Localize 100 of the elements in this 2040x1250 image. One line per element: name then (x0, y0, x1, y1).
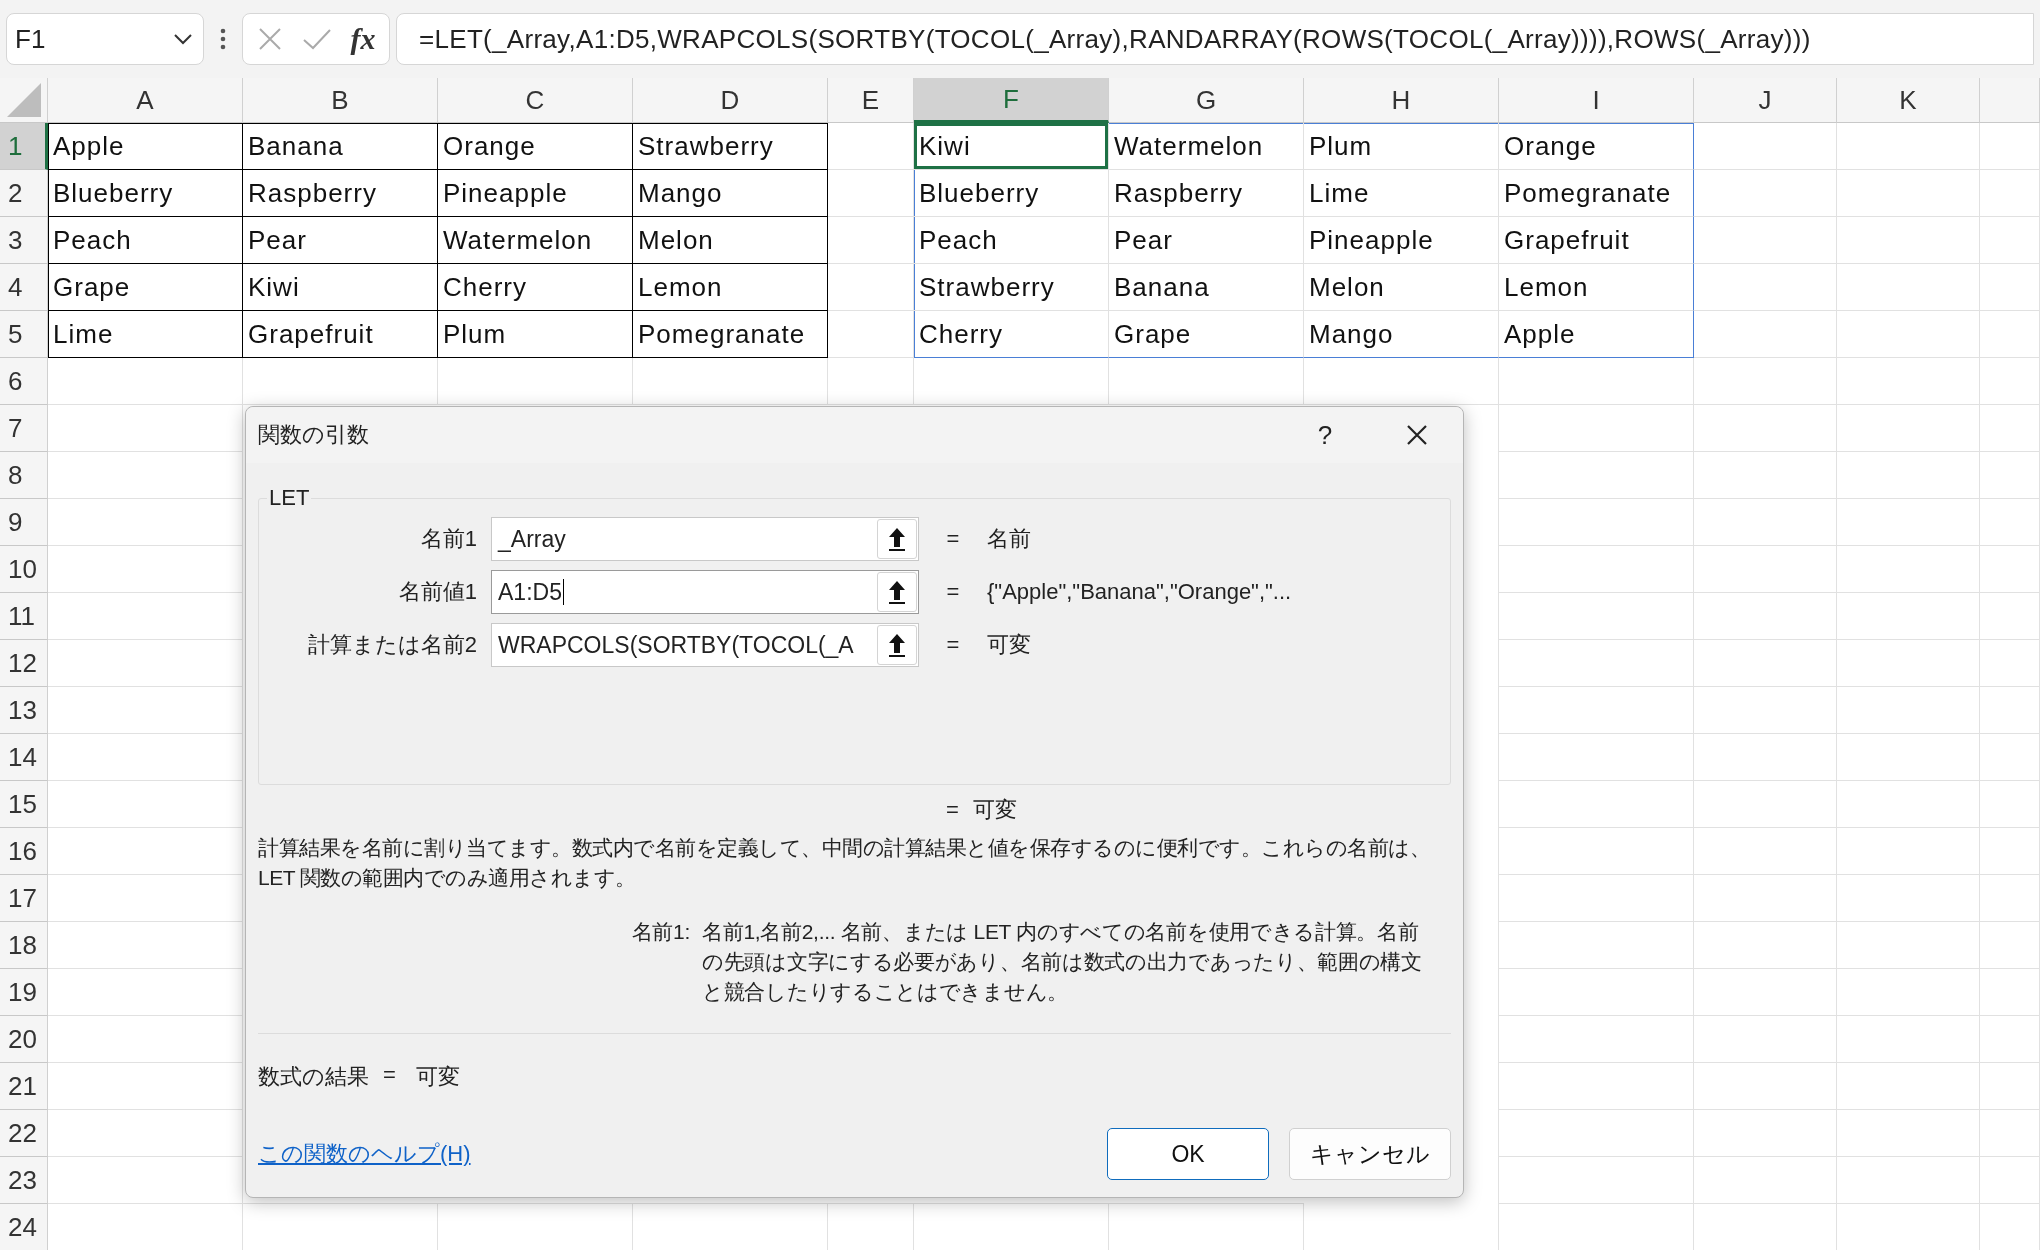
empty-cell[interactable] (1980, 875, 2040, 922)
empty-cell[interactable] (1694, 922, 1837, 969)
row-header[interactable]: 11 (0, 593, 48, 640)
table-cell[interactable]: Lime (1304, 170, 1499, 217)
empty-cell[interactable] (1499, 1063, 1694, 1110)
table-cell[interactable]: Watermelon (438, 217, 633, 264)
column-header[interactable]: G (1109, 78, 1304, 123)
table-cell[interactable]: Strawberry (633, 123, 828, 170)
empty-cell[interactable] (1837, 123, 1980, 170)
empty-cell[interactable] (1837, 922, 1980, 969)
insert-function-button[interactable]: fx (350, 22, 376, 56)
table-cell[interactable]: Grape (1109, 311, 1304, 358)
empty-cell[interactable] (1980, 687, 2040, 734)
empty-cell[interactable] (1499, 405, 1694, 452)
column-header[interactable]: C (438, 78, 633, 123)
empty-cell[interactable] (1980, 405, 2040, 452)
empty-cell[interactable] (1837, 170, 1980, 217)
row-header[interactable]: 4 (0, 264, 48, 311)
table-cell[interactable]: Kiwi (243, 264, 438, 311)
empty-cell[interactable] (1499, 828, 1694, 875)
ok-button[interactable]: OK (1107, 1128, 1269, 1180)
empty-cell[interactable] (828, 170, 914, 217)
empty-cell[interactable] (1837, 828, 1980, 875)
empty-cell[interactable] (1694, 358, 1837, 405)
row-header[interactable]: 18 (0, 922, 48, 969)
row-header[interactable]: 12 (0, 640, 48, 687)
empty-cell[interactable] (1694, 264, 1837, 311)
empty-cell[interactable] (1837, 969, 1980, 1016)
column-header[interactable]: A (48, 78, 243, 123)
empty-cell[interactable] (1980, 123, 2040, 170)
empty-cell[interactable] (1980, 452, 2040, 499)
empty-cell[interactable] (1837, 499, 1980, 546)
empty-cell[interactable] (1499, 358, 1694, 405)
empty-cell[interactable] (914, 358, 1109, 405)
table-cell[interactable]: Lemon (1499, 264, 1694, 311)
table-cell[interactable]: Melon (1304, 264, 1499, 311)
row-header[interactable]: 17 (0, 875, 48, 922)
empty-cell[interactable] (1837, 640, 1980, 687)
empty-cell[interactable] (1837, 593, 1980, 640)
empty-cell[interactable] (1837, 1063, 1980, 1110)
table-cell[interactable]: Banana (1109, 264, 1304, 311)
row-header[interactable]: 16 (0, 828, 48, 875)
table-cell[interactable]: Cherry (914, 311, 1109, 358)
row-header[interactable]: 13 (0, 687, 48, 734)
empty-cell[interactable] (828, 123, 914, 170)
empty-cell[interactable] (1694, 170, 1837, 217)
empty-cell[interactable] (1499, 499, 1694, 546)
empty-cell[interactable] (1304, 358, 1499, 405)
table-cell[interactable]: Banana (243, 123, 438, 170)
empty-cell[interactable] (1694, 405, 1837, 452)
empty-cell[interactable] (1694, 593, 1837, 640)
row-header[interactable]: 7 (0, 405, 48, 452)
empty-cell[interactable] (1980, 828, 2040, 875)
empty-cell[interactable] (1980, 499, 2040, 546)
row-header[interactable]: 9 (0, 499, 48, 546)
empty-cell[interactable] (1694, 1063, 1837, 1110)
table-cell[interactable]: Pear (243, 217, 438, 264)
empty-cell[interactable] (1980, 640, 2040, 687)
empty-cell[interactable] (1694, 781, 1837, 828)
table-cell[interactable]: Cherry (438, 264, 633, 311)
empty-cell[interactable] (1837, 264, 1980, 311)
table-cell[interactable]: Pomegranate (633, 311, 828, 358)
table-cell[interactable]: Peach (48, 217, 243, 264)
empty-cell[interactable] (1837, 546, 1980, 593)
table-cell[interactable]: Watermelon (1109, 123, 1304, 170)
empty-cell[interactable] (1980, 170, 2040, 217)
table-cell[interactable]: Orange (438, 123, 633, 170)
empty-cell[interactable] (1837, 358, 1980, 405)
empty-cell[interactable] (1980, 358, 2040, 405)
table-cell[interactable]: Pineapple (1304, 217, 1499, 264)
empty-cell[interactable] (828, 311, 914, 358)
input-field[interactable]: WRAPCOLS(SORTBY(TOCOL(_A (491, 623, 919, 667)
row-header[interactable]: 24 (0, 1204, 48, 1250)
empty-cell[interactable] (243, 358, 438, 405)
table-cell[interactable]: Raspberry (243, 170, 438, 217)
empty-cell[interactable] (1499, 593, 1694, 640)
empty-cell[interactable] (1837, 217, 1980, 264)
table-cell[interactable]: Grapefruit (243, 311, 438, 358)
table-cell[interactable]: Kiwi (914, 123, 1109, 170)
empty-cell[interactable] (1499, 875, 1694, 922)
empty-cell[interactable] (828, 358, 914, 405)
table-cell[interactable]: Blueberry (48, 170, 243, 217)
empty-cell[interactable] (633, 358, 828, 405)
table-cell[interactable]: Pomegranate (1499, 170, 1694, 217)
row-header[interactable]: 20 (0, 1016, 48, 1063)
column-header[interactable]: F (914, 78, 1109, 123)
empty-cell[interactable] (1980, 1016, 2040, 1063)
table-cell[interactable]: Melon (633, 217, 828, 264)
checkmark-icon[interactable] (301, 27, 332, 51)
empty-cell[interactable] (1837, 875, 1980, 922)
empty-cell[interactable] (1499, 734, 1694, 781)
row-header[interactable]: 14 (0, 734, 48, 781)
empty-cell[interactable] (1837, 1016, 1980, 1063)
column-header[interactable]: J (1694, 78, 1837, 123)
empty-cell[interactable] (1694, 217, 1837, 264)
table-cell[interactable]: Blueberry (914, 170, 1109, 217)
row-header[interactable]: 23 (0, 1157, 48, 1204)
empty-cell[interactable] (1499, 1110, 1694, 1157)
input-field[interactable]: A1:D5 (491, 570, 919, 614)
more-options-icon[interactable] (220, 28, 226, 50)
